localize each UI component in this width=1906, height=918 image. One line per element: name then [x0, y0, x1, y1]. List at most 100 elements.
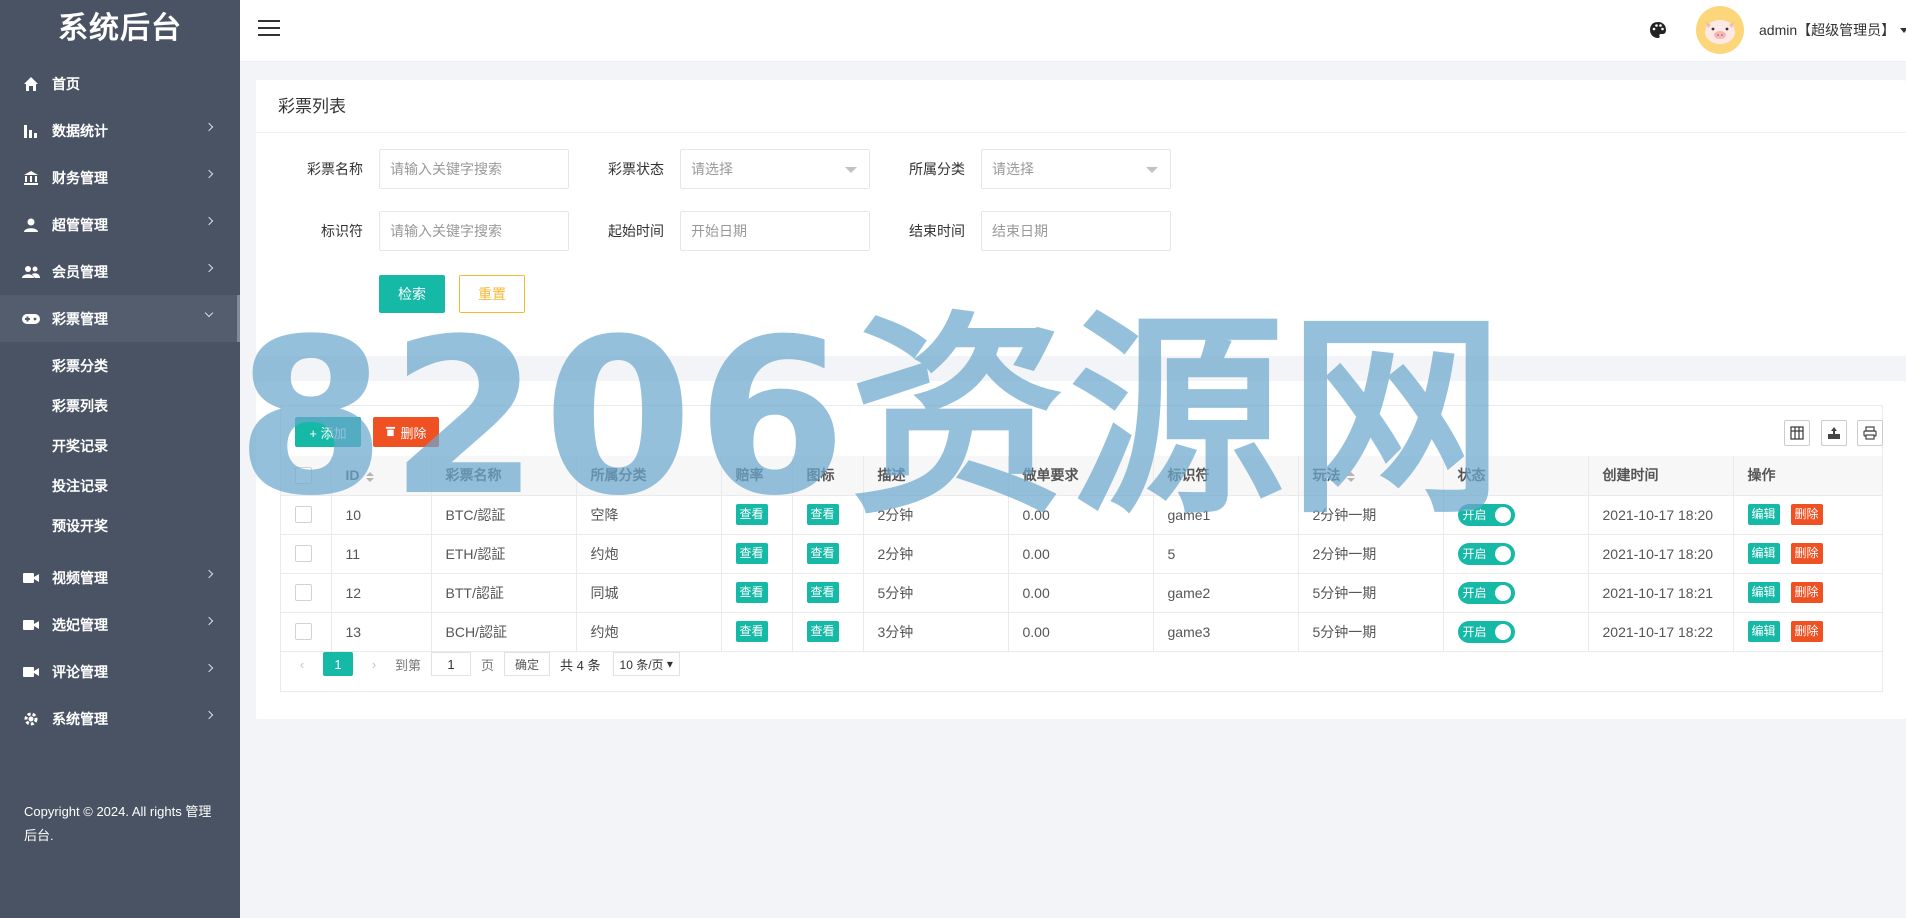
menu-label: 超管管理: [52, 216, 108, 233]
avatar[interactable]: [1696, 6, 1744, 54]
form-row-2: 标识符 请输入关键字搜索 起始时间 开始日期 结束时间 结束日期: [280, 211, 1171, 251]
cell-requirement: 0.00: [1008, 573, 1154, 613]
cell-created: 2021-10-17 18:22: [1588, 612, 1734, 652]
total-count: 共 4 条: [560, 657, 601, 673]
video-icon: [22, 569, 40, 587]
edit-button[interactable]: 编辑: [1747, 543, 1780, 564]
status-switch[interactable]: 开启: [1457, 581, 1515, 604]
page-title: 彩票列表: [256, 80, 1906, 133]
menu-item-lottery[interactable]: 彩票管理: [0, 295, 240, 342]
row-checkbox[interactable]: [295, 623, 312, 641]
lottery-submenu: 彩票分类 彩票列表 开奖记录 投注记录 预设开奖: [0, 342, 240, 554]
view-icon-button[interactable]: 查看: [806, 582, 839, 603]
menu-item-finance[interactable]: 财务管理: [0, 154, 240, 201]
page-label: 页: [481, 657, 495, 673]
sort-icon[interactable]: [365, 471, 374, 482]
row-delete-button[interactable]: 删除: [1790, 504, 1823, 525]
edit-button[interactable]: 编辑: [1747, 582, 1780, 603]
status-switch[interactable]: 开启: [1457, 503, 1515, 526]
cell-id: 11: [331, 534, 432, 574]
row-delete-button[interactable]: 删除: [1790, 543, 1823, 564]
trash-icon: [385, 425, 396, 440]
edit-button[interactable]: 编辑: [1747, 504, 1780, 525]
menu-item-admin[interactable]: 超管管理: [0, 201, 240, 248]
chevron-right-icon: [204, 710, 214, 720]
menu-item-home[interactable]: 首页: [0, 60, 240, 107]
lottery-name-input[interactable]: 请输入关键字搜索: [379, 149, 569, 189]
select-all-checkbox[interactable]: [295, 467, 312, 485]
gear-icon: [22, 710, 40, 728]
table-row: 13 BCH/認証 约炮 查看 查看 3分钟 0.00 game3 5分钟一期 …: [281, 612, 1882, 652]
users-icon: [22, 263, 40, 281]
chevron-right-icon: [204, 663, 214, 673]
table-header-row: ID 彩票名称 所属分类 赔率 图标 描述 做单要求 标识符 玩法 状态 创建时…: [281, 456, 1882, 496]
page-confirm-button[interactable]: 确定: [504, 652, 551, 676]
reset-button[interactable]: 重置: [459, 275, 525, 313]
column-header-odds: 赔率: [721, 456, 793, 496]
print-icon[interactable]: [1857, 420, 1883, 446]
prev-page-icon[interactable]: ‹: [293, 655, 311, 673]
row-checkbox[interactable]: [295, 584, 312, 602]
page-1-button[interactable]: 1: [323, 652, 353, 676]
menu-item-concubine[interactable]: 选妃管理: [0, 601, 240, 648]
page-jump-input[interactable]: 1: [431, 652, 472, 676]
top-header: admin【超级管理员】: [240, 0, 1906, 62]
end-date-input[interactable]: 结束日期: [981, 211, 1171, 251]
user-icon: [22, 216, 40, 234]
row-delete-button[interactable]: 删除: [1790, 621, 1823, 642]
submenu-item-category[interactable]: 彩票分类: [0, 346, 240, 386]
status-switch[interactable]: 开启: [1457, 542, 1515, 565]
view-icon-button[interactable]: 查看: [806, 504, 839, 525]
page-size-select[interactable]: 10 条/页 ▾: [612, 652, 680, 676]
menu-item-members[interactable]: 会员管理: [0, 248, 240, 295]
column-header-requirement: 做单要求: [1008, 456, 1154, 496]
column-header-id[interactable]: ID: [331, 456, 432, 496]
caret-down-icon[interactable]: [1900, 28, 1906, 33]
palette-icon[interactable]: [1648, 20, 1668, 40]
view-icon-button[interactable]: 查看: [806, 543, 839, 564]
submenu-item-preset-draw[interactable]: 预设开奖: [0, 506, 240, 546]
lottery-status-select[interactable]: 请选择: [680, 149, 870, 189]
view-icon-button[interactable]: 查看: [806, 621, 839, 642]
column-header-play[interactable]: 玩法: [1298, 456, 1444, 496]
sort-icon[interactable]: [1346, 471, 1355, 482]
view-odds-button[interactable]: 查看: [735, 504, 768, 525]
delete-button[interactable]: 删除: [373, 417, 439, 447]
add-button[interactable]: + 添加: [295, 417, 361, 447]
category-select[interactable]: 请选择: [981, 149, 1171, 189]
menu-item-stats[interactable]: 数据统计: [0, 107, 240, 154]
menu-item-video[interactable]: 视频管理: [0, 554, 240, 601]
column-header-desc: 描述: [863, 456, 1009, 496]
status-switch[interactable]: 开启: [1457, 620, 1515, 643]
submenu-item-draw-records[interactable]: 开奖记录: [0, 426, 240, 466]
row-delete-button[interactable]: 删除: [1790, 582, 1823, 603]
submenu-item-list[interactable]: 彩票列表: [0, 386, 240, 426]
row-checkbox[interactable]: [295, 545, 312, 563]
key-input[interactable]: 请输入关键字搜索: [379, 211, 569, 251]
user-name[interactable]: admin【超级管理员】: [1759, 20, 1895, 40]
menu-item-system[interactable]: 系统管理: [0, 695, 240, 742]
menu-item-comments[interactable]: 评论管理: [0, 648, 240, 695]
cell-play: 5分钟一期: [1298, 573, 1444, 613]
export-icon[interactable]: [1821, 420, 1847, 446]
search-button[interactable]: 检索: [379, 275, 445, 313]
video-icon: [22, 663, 40, 681]
view-odds-button[interactable]: 查看: [735, 582, 768, 603]
select-all-cell: [281, 456, 332, 496]
cell-category: 空降: [576, 495, 722, 535]
start-date-input[interactable]: 开始日期: [680, 211, 870, 251]
menu-toggle-icon[interactable]: [258, 20, 280, 38]
submenu-item-bet-records[interactable]: 投注记录: [0, 466, 240, 506]
view-odds-button[interactable]: 查看: [735, 543, 768, 564]
menu-label: 选妃管理: [52, 616, 108, 633]
bar-chart-icon: [22, 122, 40, 140]
next-page-icon[interactable]: ›: [365, 655, 383, 673]
cell-category: 同城: [576, 573, 722, 613]
cell-category: 约炮: [576, 612, 722, 652]
columns-icon[interactable]: [1784, 420, 1810, 446]
menu-label: 会员管理: [52, 263, 108, 280]
edit-button[interactable]: 编辑: [1747, 621, 1780, 642]
view-odds-button[interactable]: 查看: [735, 621, 768, 642]
row-checkbox[interactable]: [295, 506, 312, 524]
table-row: 12 BTT/認証 同城 查看 查看 5分钟 0.00 game2 5分钟一期 …: [281, 573, 1882, 613]
